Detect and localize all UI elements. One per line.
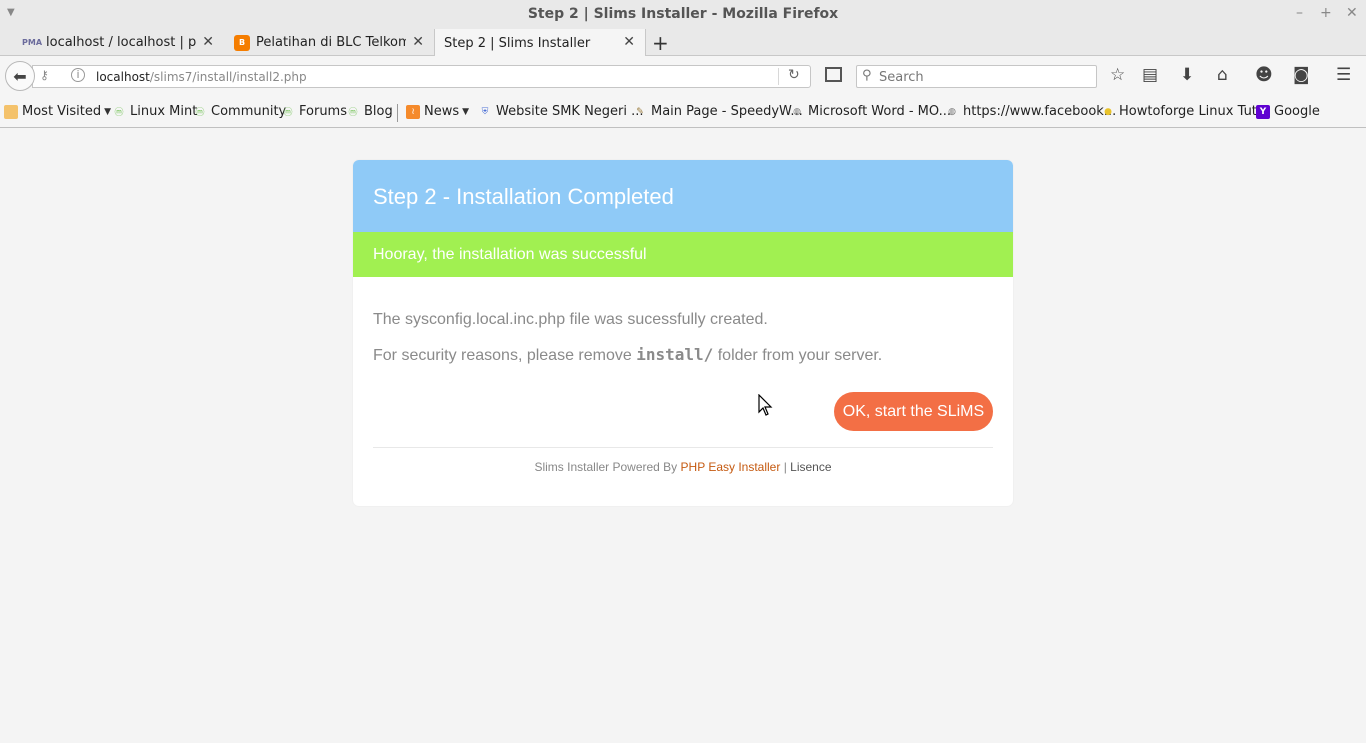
yahoo-icon: Y bbox=[1256, 104, 1270, 119]
home-icon[interactable]: ⌂ bbox=[1217, 65, 1228, 85]
bookmark-google[interactable]: Y Google bbox=[1256, 104, 1320, 119]
mint-icon: ⓜ bbox=[195, 108, 205, 118]
shield-icon: ⛨ bbox=[481, 106, 489, 117]
url-bar[interactable]: ⚷ i localhost/slims7/install/install2.ph… bbox=[32, 65, 811, 88]
tab-phpmyadmin[interactable]: PMA localhost / localhost | ph... ✕ bbox=[22, 29, 224, 56]
installer-card: Step 2 - Installation Completed Hooray, … bbox=[353, 160, 1013, 506]
bookmark-microsoft-word[interactable]: ◍ Microsoft Word - MO... bbox=[790, 104, 951, 119]
tab-close-icon[interactable]: ✕ bbox=[412, 34, 424, 50]
url-text[interactable]: localhost/slims7/install/install2.php bbox=[96, 70, 307, 84]
url-host: localhost bbox=[96, 70, 150, 84]
page-title: Step 2 - Installation Completed bbox=[373, 184, 674, 209]
globe-icon: ◍ bbox=[793, 106, 801, 117]
navigation-toolbar: ⚷ i localhost/slims7/install/install2.ph… bbox=[0, 56, 1366, 96]
success-message: Hooray, the installation was successful bbox=[373, 246, 647, 263]
bookmarks-toolbar: Most Visited ▼ ⓜ Linux Mint ⓜ Community ⓜ… bbox=[0, 96, 1366, 128]
tab-slims-installer[interactable]: Step 2 | Slims Installer ✕ bbox=[434, 29, 646, 57]
back-button[interactable]: ⬅ bbox=[5, 61, 35, 91]
installer-footer: Slims Installer Powered By PHP Easy Inst… bbox=[353, 460, 1013, 474]
page-icon: ✎ bbox=[636, 106, 644, 117]
footer-divider bbox=[373, 447, 993, 448]
footer-text: Slims Installer Powered By bbox=[534, 460, 681, 474]
tab-label: localhost / localhost | ph... bbox=[46, 35, 196, 50]
search-box[interactable]: ⚲ bbox=[856, 65, 1097, 88]
tab-label: Pelatihan di BLC Telkom ... bbox=[256, 35, 406, 50]
bookmark-label: Blog bbox=[364, 104, 393, 119]
bookmark-label: Main Page - SpeedyW... bbox=[651, 104, 803, 119]
bookmark-website-smk[interactable]: ⛨ Website SMK Negeri ... bbox=[478, 104, 644, 119]
licence-link[interactable]: Lisence bbox=[790, 460, 831, 474]
tab-close-icon[interactable]: ✕ bbox=[623, 34, 635, 50]
bookmark-news[interactable]: ≀ News ▼ bbox=[406, 104, 469, 119]
bookmark-label: Google bbox=[1274, 104, 1320, 119]
search-input[interactable] bbox=[879, 68, 1089, 86]
security-notice: For security reasons, please remove inst… bbox=[373, 345, 882, 365]
mouse-cursor-icon bbox=[758, 394, 773, 416]
bookmark-label: Microsoft Word - MO... bbox=[808, 104, 951, 119]
url-path: /slims7/install/install2.php bbox=[149, 70, 307, 84]
bookmark-forums[interactable]: ⓜ Forums bbox=[281, 104, 347, 119]
search-icon: ⚲ bbox=[862, 68, 872, 83]
security-notice-prefix: For security reasons, please remove bbox=[373, 347, 637, 364]
mint-icon: ⓜ bbox=[114, 108, 124, 118]
back-arrow-icon: ⬅ bbox=[13, 66, 27, 86]
bookmarks-menu-icon[interactable]: ▤ bbox=[1142, 65, 1158, 85]
start-slims-button[interactable]: OK, start the SLiMS bbox=[834, 392, 993, 431]
phpmyadmin-icon: PMA bbox=[22, 38, 43, 47]
globe-icon: ◍ bbox=[948, 106, 956, 117]
url-separator bbox=[778, 68, 779, 85]
bookmark-label: Website SMK Negeri ... bbox=[496, 104, 644, 119]
bookmark-label: Most Visited bbox=[22, 104, 102, 119]
page-content: Step 2 - Installation Completed Hooray, … bbox=[0, 129, 1366, 743]
bookmark-star-icon[interactable]: ☆ bbox=[1110, 65, 1125, 85]
config-created-message: The sysconfig.local.inc.php file was suc… bbox=[373, 311, 768, 328]
tab-close-icon[interactable]: ✕ bbox=[202, 34, 214, 50]
bookmark-howtoforge[interactable]: ● Howtoforge Linux Tut... bbox=[1101, 104, 1269, 119]
hello-chat-icon[interactable]: ☻ bbox=[1255, 65, 1273, 85]
bookmark-separator bbox=[397, 104, 398, 122]
rss-icon: ≀ bbox=[406, 104, 420, 119]
chevron-down-icon: ▼ bbox=[462, 106, 470, 117]
pocket-icon[interactable]: ◙ bbox=[1293, 65, 1310, 85]
bookmark-most-visited[interactable]: Most Visited ▼ bbox=[4, 104, 111, 119]
mint-icon: ⓜ bbox=[348, 108, 358, 118]
new-tab-button[interactable]: + bbox=[652, 31, 669, 55]
bookmark-label: https://www.facebook... bbox=[963, 104, 1117, 119]
tab-bar: PMA localhost / localhost | ph... ✕ B Pe… bbox=[0, 29, 1366, 57]
bookmark-label: Howtoforge Linux Tut... bbox=[1119, 104, 1270, 119]
bookmark-facebook[interactable]: ◍ https://www.facebook... bbox=[945, 104, 1116, 119]
install-folder-code: install/ bbox=[636, 345, 714, 364]
security-notice-suffix: folder from your server. bbox=[713, 347, 883, 364]
minimize-button[interactable]: – bbox=[1296, 5, 1303, 21]
bulb-icon: ● bbox=[1104, 106, 1112, 117]
window-titlebar: ▼ Step 2 | Slims Installer - Mozilla Fir… bbox=[0, 0, 1366, 29]
folder-icon bbox=[4, 104, 18, 119]
bookmark-community[interactable]: ⓜ Community bbox=[193, 104, 286, 119]
bookmark-label: Linux Mint bbox=[130, 104, 198, 119]
bookmark-speedywiki[interactable]: ✎ Main Page - SpeedyW... bbox=[633, 104, 803, 119]
hamburger-menu-icon[interactable]: ☰ bbox=[1336, 65, 1351, 85]
tab-blogger[interactable]: B Pelatihan di BLC Telkom ... ✕ bbox=[234, 29, 434, 56]
bookmark-label: News bbox=[424, 104, 460, 119]
window-title: Step 2 | Slims Installer - Mozilla Firef… bbox=[527, 6, 839, 22]
chevron-down-icon: ▼ bbox=[104, 106, 112, 117]
installer-header: Step 2 - Installation Completed bbox=[353, 160, 1013, 232]
reload-icon[interactable]: ↻ bbox=[788, 67, 800, 83]
maximize-button[interactable]: + bbox=[1320, 5, 1332, 21]
php-easy-installer-link[interactable]: PHP Easy Installer bbox=[681, 460, 781, 474]
bookmark-label: Forums bbox=[299, 104, 347, 119]
mint-icon: ⓜ bbox=[283, 108, 293, 118]
blogger-icon: B bbox=[234, 34, 250, 51]
reader-view-icon[interactable] bbox=[825, 67, 842, 82]
downloads-icon[interactable]: ⬇ bbox=[1180, 65, 1194, 85]
footer-separator: | bbox=[780, 460, 791, 474]
bookmark-blog[interactable]: ⓜ Blog bbox=[346, 104, 393, 119]
bookmark-linux-mint[interactable]: ⓜ Linux Mint bbox=[112, 104, 197, 119]
success-banner: Hooray, the installation was successful bbox=[353, 232, 1013, 277]
close-window-button[interactable]: ✕ bbox=[1346, 5, 1358, 21]
info-icon[interactable]: i bbox=[71, 68, 85, 82]
tab-label: Step 2 | Slims Installer bbox=[444, 35, 591, 51]
bookmark-label: Community bbox=[211, 104, 287, 119]
key-icon[interactable]: ⚷ bbox=[40, 68, 49, 82]
